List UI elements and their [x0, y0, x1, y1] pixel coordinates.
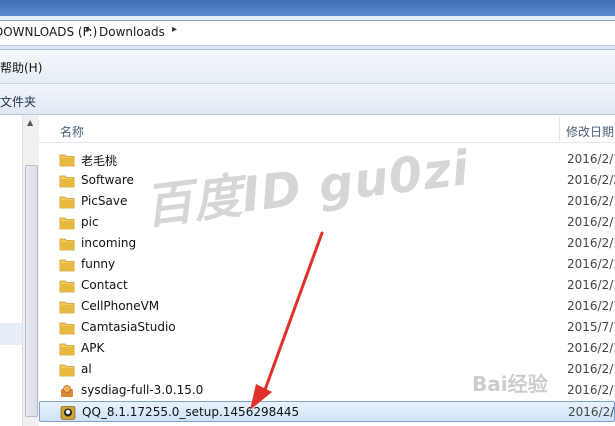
- folder-icon: [59, 320, 75, 335]
- file-name: PicSave: [81, 194, 128, 208]
- qq-app-icon: [60, 405, 76, 420]
- file-name: Software: [81, 173, 134, 187]
- folder-icon: [59, 215, 75, 230]
- file-name: APK: [81, 341, 105, 355]
- file-name: pic: [81, 215, 99, 229]
- file-name: al: [81, 362, 92, 376]
- nav-selected-item[interactable]: [0, 323, 22, 345]
- file-row[interactable]: QQ_8.1.17255.0_setup.1456298445 2016/2/2: [39, 401, 615, 422]
- file-name: incoming: [81, 236, 137, 250]
- file-date: 2016/2/1: [567, 152, 615, 166]
- window-title-bar: [0, 0, 615, 16]
- address-bar-area: DOWNLOADS (F:) ▸ Downloads ▸: [0, 16, 615, 50]
- file-row[interactable]: incoming 2016/2/1: [39, 233, 615, 254]
- nav-scrollbar[interactable]: ▲: [22, 115, 39, 426]
- menu-bar: 帮助(H): [0, 50, 615, 84]
- file-date: 2016/2/1: [567, 215, 615, 229]
- column-date-header[interactable]: 修改日期: [566, 123, 614, 140]
- column-name-header[interactable]: 名称: [60, 123, 84, 140]
- column-header: 名称 修改日期: [39, 115, 615, 143]
- folder-icon: [59, 362, 75, 377]
- file-date: 2016/2/1: [567, 236, 615, 250]
- file-date: 2016/2/1: [567, 278, 615, 292]
- breadcrumb-downloads[interactable]: Downloads: [99, 25, 165, 39]
- file-date: 2016/2/1: [567, 362, 615, 376]
- navigation-pane: ▲: [0, 115, 39, 426]
- file-date: 2016/2/1: [567, 341, 615, 355]
- file-row[interactable]: funny 2016/2/1: [39, 254, 615, 275]
- file-row[interactable]: APK 2016/2/1: [39, 338, 615, 359]
- folder-icon: [59, 257, 75, 272]
- folder-icon: [59, 173, 75, 188]
- breadcrumb-chevron-icon[interactable]: ▸: [172, 24, 177, 35]
- file-name: sysdiag-full-3.0.15.0: [81, 383, 204, 397]
- folder-icon: [59, 236, 75, 251]
- column-divider[interactable]: [559, 117, 560, 141]
- file-name: 老毛桃: [81, 154, 118, 168]
- file-name: funny: [81, 257, 116, 271]
- folder-icon: [59, 194, 75, 209]
- scrollbar-thumb[interactable]: [25, 165, 38, 417]
- file-date: 2015/7/1: [567, 320, 615, 334]
- file-date: 2016/2/2: [568, 405, 615, 419]
- file-name: QQ_8.1.17255.0_setup.1456298445: [82, 405, 300, 419]
- file-date: 2016/2/1: [567, 194, 615, 208]
- file-name: CamtasiaStudio: [81, 320, 176, 334]
- folder-icon: [59, 278, 75, 293]
- scroll-up-icon[interactable]: ▲: [27, 118, 33, 127]
- file-row[interactable]: CellPhoneVM 2016/2/1: [39, 296, 615, 317]
- folder-icon: [59, 299, 75, 314]
- breadcrumb-drive[interactable]: DOWNLOADS (F:): [0, 25, 97, 39]
- file-row[interactable]: CamtasiaStudio 2015/7/1: [39, 317, 615, 338]
- menu-help[interactable]: 帮助(H): [0, 59, 42, 76]
- breadcrumb-chevron-icon[interactable]: ▸: [86, 24, 91, 35]
- address-bar[interactable]: DOWNLOADS (F:) ▸ Downloads ▸: [0, 20, 615, 46]
- folder-icon: [59, 152, 75, 167]
- file-date: 2016/2/2: [567, 173, 615, 187]
- installer-icon: [59, 383, 75, 397]
- toolbar: 文件夹: [0, 84, 615, 115]
- file-name: Contact: [81, 278, 128, 292]
- baidu-watermark: Bai经验: [472, 372, 548, 396]
- file-date: 2016/2/1: [567, 383, 615, 397]
- new-folder-button[interactable]: 文件夹: [0, 93, 36, 110]
- folder-icon: [59, 341, 75, 356]
- file-row[interactable]: Contact 2016/2/1: [39, 275, 615, 296]
- file-date: 2016/2/1: [567, 299, 615, 313]
- file-name: CellPhoneVM: [81, 299, 160, 313]
- file-date: 2016/2/1: [567, 257, 615, 271]
